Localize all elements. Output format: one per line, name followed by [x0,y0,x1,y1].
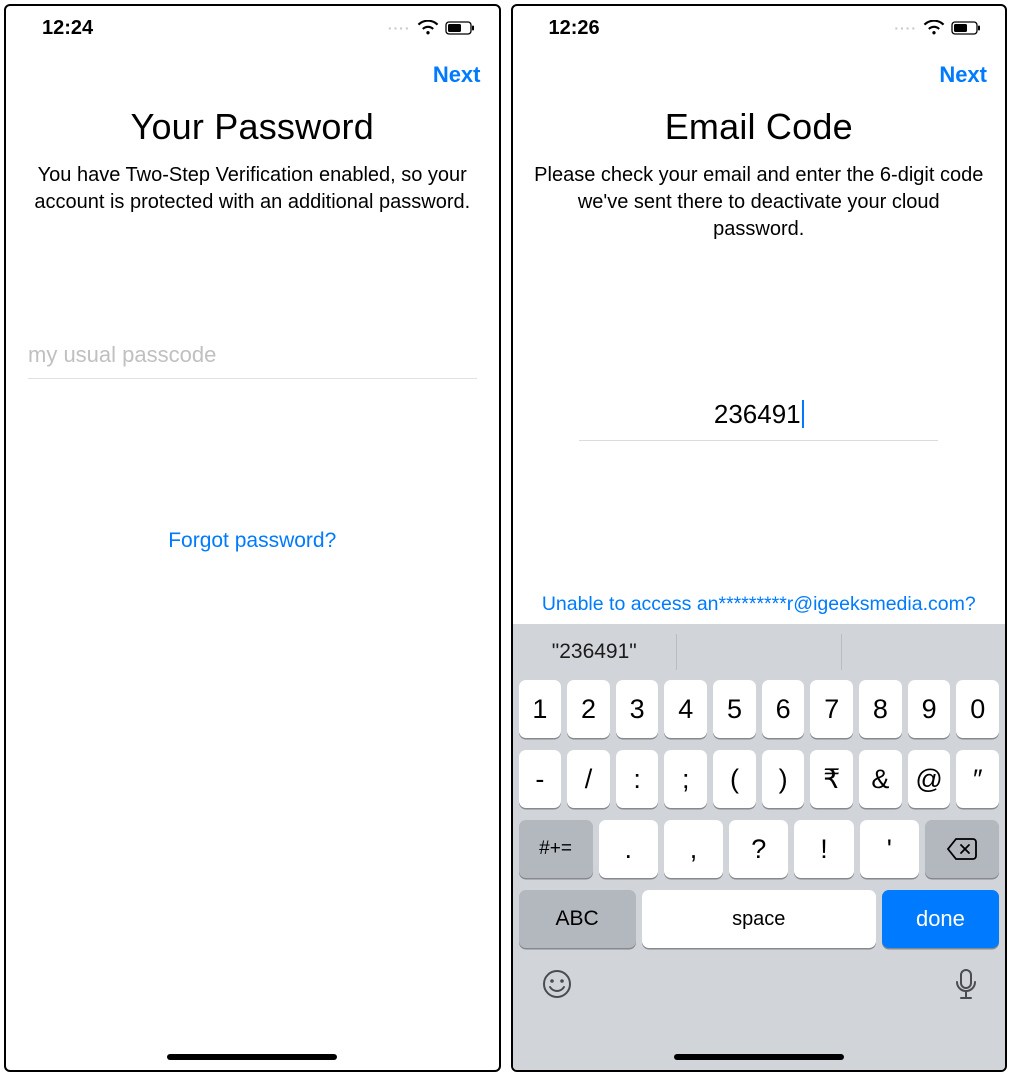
key-amp[interactable]: & [859,750,902,808]
home-indicator[interactable] [674,1054,844,1060]
key-rparen[interactable]: ) [762,750,805,808]
key-abc[interactable]: ABC [519,890,636,948]
key-semicolon[interactable]: ; [664,750,707,808]
screen-your-password: 12:24 ···· Next Your Password You have T… [4,4,501,1072]
key-at[interactable]: @ [908,750,951,808]
key-6[interactable]: 6 [762,680,805,738]
key-3[interactable]: 3 [616,680,659,738]
suggestion-3[interactable] [842,634,1006,670]
status-time: 12:24 [42,17,93,40]
key-dquote[interactable]: ″ [956,750,999,808]
key-space[interactable]: space [642,890,876,948]
battery-icon [951,21,981,35]
home-indicator[interactable] [167,1054,337,1060]
suggestion-1[interactable]: "236491" [513,634,678,670]
key-backspace[interactable] [925,820,999,878]
nav-bar: Next [513,50,1006,100]
suggestion-bar: "236491" [513,624,1006,680]
cellular-dots: ···· [894,20,917,36]
key-exclaim[interactable]: ! [794,820,853,878]
text-caret [802,400,804,428]
key-0[interactable]: 0 [956,680,999,738]
wifi-icon [923,20,945,36]
key-4[interactable]: 4 [664,680,707,738]
key-comma[interactable]: , [664,820,723,878]
key-7[interactable]: 7 [810,680,853,738]
keyboard: "236491" 1 2 3 4 5 6 7 8 9 0 - / : ; [513,624,1006,1070]
code-value: 236491 [714,399,801,429]
key-row-1: 1 2 3 4 5 6 7 8 9 0 [519,680,1000,738]
wifi-icon [417,20,439,36]
cellular-dots: ···· [388,20,411,36]
status-time: 12:26 [549,17,600,40]
key-slash[interactable]: / [567,750,610,808]
next-button[interactable]: Next [939,62,987,88]
suggestion-2[interactable] [677,634,842,670]
key-rupee[interactable]: ₹ [810,750,853,808]
code-input[interactable]: 236491 [579,393,938,441]
keyboard-footer [513,952,1006,1050]
status-bar: 12:24 ···· [6,6,499,50]
key-more-symbols[interactable]: #+= [519,820,593,878]
page-title: Email Code [513,106,1006,148]
key-lparen[interactable]: ( [713,750,756,808]
key-apostrophe[interactable]: ' [860,820,919,878]
unable-access-link[interactable]: Unable to access an*********r@igeeksmedi… [513,593,1006,616]
forgot-password-link[interactable]: Forgot password? [6,529,499,553]
key-period[interactable]: . [599,820,658,878]
nav-bar: Next [6,50,499,100]
key-row-2: - / : ; ( ) ₹ & @ ″ [519,750,1000,808]
status-right-cluster: ···· [388,20,475,36]
key-done[interactable]: done [882,890,999,948]
key-row-3: #+= . , ? ! ' [519,820,1000,878]
key-question[interactable]: ? [729,820,788,878]
status-bar: 12:26 ···· [513,6,1006,50]
key-dash[interactable]: - [519,750,562,808]
key-row-4: ABC space done [513,890,1006,948]
page-title: Your Password [6,106,499,148]
battery-icon [445,21,475,35]
next-button[interactable]: Next [433,62,481,88]
screen-email-code: 12:26 ···· Next Email Code Please check … [511,4,1008,1072]
key-2[interactable]: 2 [567,680,610,738]
key-9[interactable]: 9 [908,680,951,738]
key-5[interactable]: 5 [713,680,756,738]
mic-icon[interactable] [955,968,977,1008]
password-input[interactable] [28,336,477,379]
key-8[interactable]: 8 [859,680,902,738]
emoji-icon[interactable] [541,968,573,1008]
key-1[interactable]: 1 [519,680,562,738]
password-field-wrap [6,336,499,379]
key-colon[interactable]: : [616,750,659,808]
code-field-wrap: 236491 [513,393,1006,441]
page-description: You have Two-Step Verification enabled, … [6,148,499,216]
backspace-icon [946,837,978,861]
status-right-cluster: ···· [894,20,981,36]
page-description: Please check your email and enter the 6-… [513,148,1006,243]
